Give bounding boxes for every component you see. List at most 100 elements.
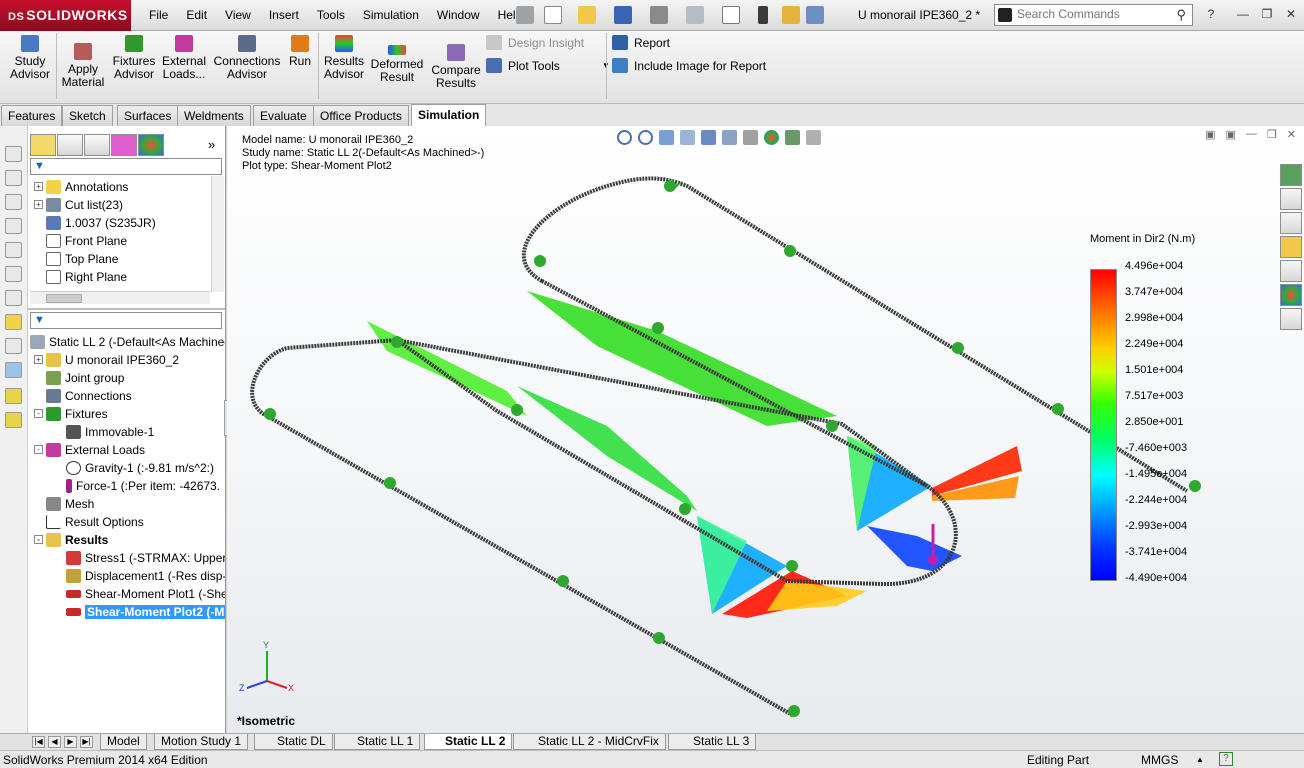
study-advisor-button[interactable]: Study Advisor [8, 35, 52, 81]
include-image-button[interactable]: Include Image for Report [612, 58, 766, 73]
tree-filter-box[interactable]: ▼ [30, 158, 222, 175]
collapse-icon[interactable]: - [34, 535, 43, 545]
collapse-icon[interactable]: - [34, 445, 43, 455]
rebuild-traffic-light-icon[interactable] [758, 6, 768, 24]
view-icon[interactable] [5, 218, 22, 234]
pin-icon[interactable] [516, 6, 534, 24]
tree-item-joint-group[interactable]: Joint group [46, 368, 124, 386]
menu-simulation[interactable]: Simulation [354, 0, 428, 31]
tab-office-products[interactable]: Office Products [313, 105, 409, 126]
solidworks-logo[interactable]: DS SOLIDWORKS [0, 0, 131, 31]
tree-item-immovable[interactable]: Immovable-1 [66, 422, 154, 440]
restore-button[interactable]: ❐ [1256, 5, 1278, 23]
tree-item-stress[interactable]: Stress1 (-STRMAX: Upper b [66, 548, 225, 566]
tab-static-ll-3[interactable]: Static LL 3 [668, 734, 757, 750]
help-icon[interactable]: ? [1219, 752, 1233, 766]
print-icon[interactable] [650, 6, 668, 24]
graphics-area[interactable]: Model name: U monorail IPE360_2 Study na… [227, 126, 1304, 733]
tree-item-right-plane[interactable]: Right Plane [46, 267, 127, 285]
design-insight-button[interactable]: Design Insight [486, 35, 584, 50]
panel-split-divider[interactable] [28, 308, 225, 310]
undo-icon[interactable] [686, 6, 704, 24]
units-text[interactable]: MMGS [1141, 753, 1178, 767]
results-advisor-button[interactable]: Results Advisor [322, 35, 366, 81]
appearances-icon[interactable] [1280, 284, 1302, 306]
tab-static-ll-2-midcrvfix[interactable]: Static LL 2 - MidCrvFix [513, 734, 666, 750]
tree-item-part[interactable]: + U monorail IPE360_2 [34, 350, 179, 368]
design-library-icon[interactable] [1280, 212, 1302, 234]
view-icon[interactable] [5, 194, 22, 210]
dimxpert-tab-icon[interactable] [111, 134, 137, 156]
tree-item-material[interactable]: 1.0037 (S235JR) [46, 213, 156, 231]
custom-properties-icon[interactable] [1280, 308, 1302, 330]
fixtures-advisor-button[interactable]: Fixtures Advisor [110, 35, 158, 81]
part-icon[interactable] [5, 412, 22, 428]
select-pointer-icon[interactable] [722, 6, 740, 24]
tree-item-force[interactable]: Force-1 (:Per item: -42673. [66, 476, 220, 494]
first-tab-icon[interactable]: |◀ [32, 736, 45, 748]
help-icon[interactable]: ? [1200, 5, 1222, 23]
tree-item-study[interactable]: Static LL 2 (-Default<As Machined>-) [30, 332, 225, 350]
configuration-manager-tab-icon[interactable] [84, 134, 110, 156]
menu-view[interactable]: View [216, 0, 260, 31]
run-button[interactable]: Run [286, 35, 314, 68]
part-icon[interactable] [5, 388, 22, 404]
apply-material-button[interactable]: Apply Material [60, 35, 106, 89]
tree-item-displacement[interactable]: Displacement1 (-Res disp- [66, 566, 225, 584]
file-explorer-icon[interactable] [1280, 236, 1302, 258]
home-icon[interactable] [1280, 188, 1302, 210]
options-icon[interactable] [806, 6, 824, 24]
deformed-result-button[interactable]: Deformed Result [370, 35, 424, 84]
compare-results-button[interactable]: Compare Results [430, 35, 482, 90]
minimize-button[interactable]: — [1232, 5, 1254, 23]
tree-item-mesh[interactable]: Mesh [46, 494, 94, 512]
menu-window[interactable]: Window [428, 0, 489, 31]
tree-item-shear-moment-2[interactable]: Shear-Moment Plot2 (-M [66, 602, 225, 620]
dimension-icon[interactable] [5, 338, 22, 354]
study-filter-box[interactable]: ▼ [30, 312, 222, 329]
tree-item-annotations[interactable]: + Annotations [34, 177, 128, 195]
tree-item-connections[interactable]: Connections [46, 386, 132, 404]
external-loads-button[interactable]: External Loads... [161, 35, 207, 81]
tab-surfaces[interactable]: Surfaces [117, 105, 179, 126]
report-button[interactable]: Report [612, 35, 670, 50]
expand-chevron-icon[interactable]: » [208, 137, 215, 152]
view-icon[interactable] [5, 242, 22, 258]
solidworks-resources-icon[interactable] [1280, 164, 1302, 186]
menu-edit[interactable]: Edit [177, 0, 216, 31]
tab-evaluate[interactable]: Evaluate [253, 105, 314, 126]
view-icon[interactable] [5, 266, 22, 282]
view-icon[interactable] [5, 290, 22, 306]
tree-item-external-loads[interactable]: - External Loads [34, 440, 145, 458]
prev-tab-icon[interactable]: ◀ [48, 736, 61, 748]
expand-icon[interactable]: + [34, 182, 43, 192]
menu-file[interactable]: File [140, 0, 177, 31]
view-palette-icon[interactable] [1280, 260, 1302, 282]
mate-icon[interactable] [5, 362, 22, 378]
plot-tools-button[interactable]: Plot Tools ▼ [486, 58, 610, 73]
open-folder-icon[interactable] [578, 6, 596, 24]
tab-static-ll-1[interactable]: Static LL 1 [334, 734, 421, 750]
expand-icon[interactable]: + [34, 355, 43, 365]
tree-item-front-plane[interactable]: Front Plane [46, 231, 127, 249]
tab-model[interactable]: Model [100, 734, 147, 750]
tree-item-shear-moment-1[interactable]: Shear-Moment Plot1 (-She [66, 584, 225, 602]
display-manager-tab-icon[interactable] [138, 134, 164, 156]
new-document-icon[interactable] [544, 6, 562, 24]
collapse-icon[interactable]: - [34, 409, 43, 419]
close-button[interactable]: ✕ [1280, 5, 1302, 23]
monorail-model-render[interactable]: Y X Z [227, 126, 1304, 733]
sketch-icon[interactable] [5, 314, 22, 330]
scrollbar-thumb[interactable] [46, 294, 82, 303]
tree-item-gravity[interactable]: Gravity-1 (:-9.81 m/s^2:) [66, 458, 214, 476]
tab-features[interactable]: Features [1, 105, 63, 126]
tree-item-top-plane[interactable]: Top Plane [46, 249, 118, 267]
next-tab-icon[interactable]: ▶ [64, 736, 77, 748]
search-icon[interactable]: ⚲ [1176, 7, 1186, 23]
expand-icon[interactable]: + [34, 200, 43, 210]
search-commands-box[interactable]: ⚲ [994, 4, 1193, 26]
tab-static-dl[interactable]: Static DL [254, 734, 333, 750]
menu-tools[interactable]: Tools [308, 0, 354, 31]
tab-motion-study-1[interactable]: Motion Study 1 [154, 734, 249, 750]
menu-insert[interactable]: Insert [260, 0, 308, 31]
